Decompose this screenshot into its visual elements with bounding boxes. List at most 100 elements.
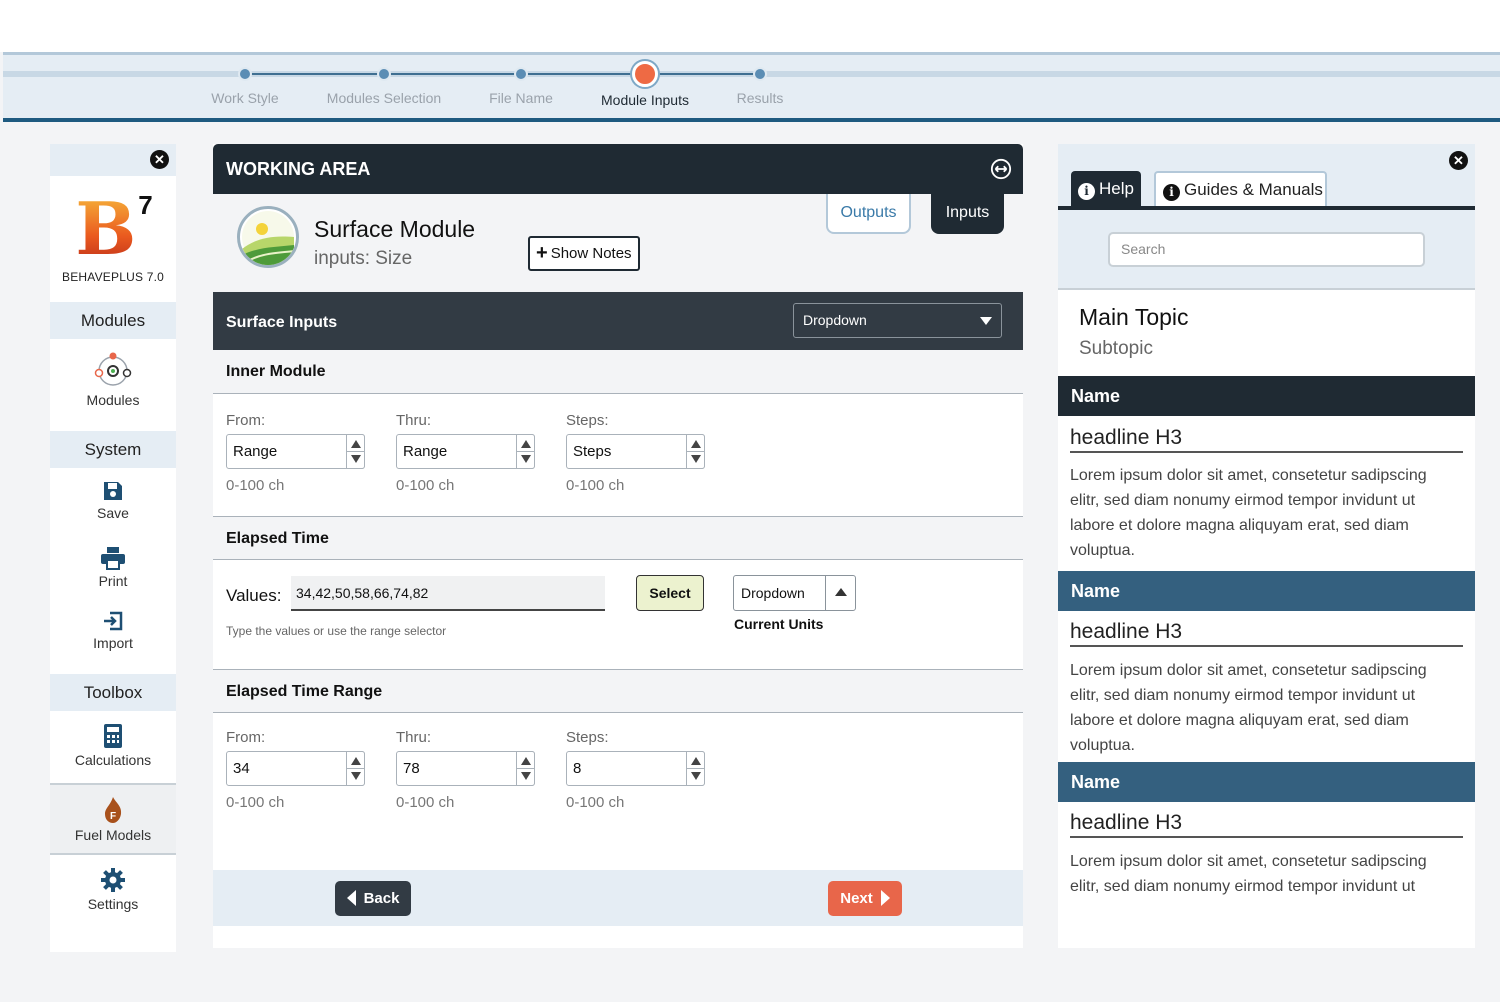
- outputs-tab[interactable]: Outputs: [826, 194, 911, 234]
- units-dropdown[interactable]: Dropdown: [733, 575, 856, 611]
- sidebar-item-settings[interactable]: Settings: [50, 855, 176, 927]
- arrow-right-icon: [880, 890, 890, 906]
- flame-icon: F: [105, 797, 122, 823]
- sidebar-top: ✕: [50, 144, 176, 176]
- sidebar-item-label: Settings: [87, 896, 139, 912]
- arrow-down-icon[interactable]: [691, 455, 701, 463]
- range-from-stepper[interactable]: 34: [226, 751, 365, 786]
- elapsed-time-fields: Values: 34,42,50,58,66,74,82 Type the va…: [213, 560, 1023, 669]
- sidebar-item-calculations[interactable]: Calculations: [50, 711, 176, 783]
- field-hint: 0-100 ch: [396, 794, 455, 811]
- close-icon[interactable]: ✕: [150, 150, 169, 169]
- main-topic-title: Main Topic: [1079, 304, 1189, 330]
- stepper-buttons[interactable]: [516, 751, 535, 786]
- arrow-left-icon: [346, 890, 356, 906]
- range-steps-stepper[interactable]: 8: [566, 751, 705, 786]
- stepper-buttons[interactable]: [686, 751, 705, 786]
- arrow-down-icon[interactable]: [691, 772, 701, 780]
- inner-thru-stepper[interactable]: Range: [396, 434, 535, 469]
- surface-inputs-dropdown[interactable]: Dropdown: [793, 303, 1002, 338]
- stepper-buttons[interactable]: [346, 751, 365, 786]
- logo-version-mark: 7: [138, 190, 153, 220]
- info-icon: i: [1078, 183, 1095, 200]
- help-section-headline: headline H3: [1070, 426, 1463, 453]
- print-icon: [101, 547, 125, 570]
- next-button[interactable]: Next: [828, 881, 902, 916]
- arrow-down-icon[interactable]: [351, 455, 361, 463]
- plus-icon: +: [536, 242, 548, 264]
- tab-guides-manuals[interactable]: i Guides & Manuals: [1154, 171, 1327, 206]
- stepper-buttons[interactable]: [686, 434, 705, 469]
- stepper-value: Range: [403, 443, 448, 460]
- sidebar-item-label: Import: [93, 635, 133, 651]
- arrow-up-icon[interactable]: [691, 757, 701, 765]
- sidebar-item-save[interactable]: Save: [50, 468, 176, 536]
- field-hint: 0-100 ch: [566, 477, 625, 494]
- sidebar-item-fuel-models[interactable]: F Fuel Models: [50, 783, 176, 855]
- step-label: Modules Selection: [326, 90, 442, 106]
- back-button[interactable]: Back: [335, 881, 411, 916]
- elapsed-range-fields: From: 34 0-100 ch Thru: 78 0-100 ch Step…: [213, 713, 1023, 823]
- sidebar-item-print[interactable]: Print: [50, 536, 176, 602]
- module-title: Surface Module: [314, 216, 476, 242]
- step-work-style[interactable]: Work Style: [165, 65, 325, 106]
- expand-horizontal-icon[interactable]: [990, 158, 1012, 180]
- elapsed-time-header: Elapsed Time: [213, 516, 1023, 560]
- arrow-up-icon[interactable]: [691, 440, 701, 448]
- sidebar-item-label: Calculations: [74, 752, 152, 768]
- range-thru-field: Thru: 78 0-100 ch: [396, 729, 535, 811]
- calculator-icon: [104, 724, 122, 748]
- tab-guides-label: Guides & Manuals: [1184, 180, 1323, 199]
- select-button[interactable]: Select: [636, 575, 704, 611]
- tab-help[interactable]: i Help: [1071, 171, 1141, 208]
- arrow-up-icon[interactable]: [351, 440, 361, 448]
- inner-from-field: From: Range 0-100 ch: [226, 412, 365, 494]
- range-from-field: From: 34 0-100 ch: [226, 729, 365, 811]
- close-icon[interactable]: ✕: [1449, 151, 1468, 170]
- arrow-down-icon[interactable]: [521, 455, 531, 463]
- next-label: Next: [840, 890, 873, 907]
- range-thru-stepper[interactable]: 78: [396, 751, 535, 786]
- stepper-buttons[interactable]: [516, 434, 535, 469]
- working-area-title: WORKING AREA: [226, 159, 371, 179]
- module-subtitle: inputs: Size: [314, 248, 413, 269]
- stepper-buttons[interactable]: [346, 434, 365, 469]
- sidebar-item-label: Print: [98, 573, 128, 589]
- help-section-text: Lorem ipsum dolor sit amet, consetetur s…: [1070, 467, 1427, 559]
- subtopic-title: Subtopic: [1079, 338, 1153, 359]
- inputs-tab[interactable]: Inputs: [931, 194, 1004, 234]
- sidebar-item-label: Save: [97, 505, 129, 521]
- sidebar-header-system: System: [50, 431, 176, 468]
- stepper-value: 8: [573, 760, 582, 777]
- sidebar-item-modules[interactable]: Modules: [50, 339, 176, 431]
- arrow-up-icon[interactable]: [351, 757, 361, 765]
- arrow-up-icon[interactable]: [521, 757, 531, 765]
- inner-from-stepper[interactable]: Range: [226, 434, 365, 469]
- values-label: Values:: [226, 586, 282, 605]
- step-label: Results: [736, 90, 784, 106]
- step-results[interactable]: Results: [680, 65, 840, 106]
- show-notes-button[interactable]: + Show Notes: [528, 236, 640, 271]
- help-section-headline: headline H3: [1070, 811, 1463, 838]
- surface-inputs-title: Surface Inputs: [226, 314, 338, 331]
- arrow-down-icon[interactable]: [351, 772, 361, 780]
- sidebar-item-import[interactable]: Import: [50, 602, 176, 674]
- logo-letter: B: [75, 186, 137, 271]
- inner-steps-stepper[interactable]: Steps: [566, 434, 705, 469]
- arrow-up-icon[interactable]: [521, 440, 531, 448]
- step-modules-selection[interactable]: Modules Selection: [304, 65, 464, 106]
- step-dot-active: [632, 61, 658, 87]
- left-sidebar: ✕ B7 BEHAVEPLUS 7.0 Modules Modules Syst…: [50, 144, 176, 952]
- arrow-down-icon[interactable]: [521, 772, 531, 780]
- modules-icon: [94, 352, 132, 386]
- logo-brand-name: BEHAVEPLUS 7.0: [62, 270, 164, 284]
- values-hint: Type the values or use the range selecto…: [226, 624, 447, 638]
- help-section-name: Name: [1058, 571, 1475, 611]
- field-label: Thru:: [396, 729, 432, 746]
- landscape-sun-icon: [242, 211, 295, 265]
- help-search-input[interactable]: Search: [1108, 232, 1425, 267]
- values-input[interactable]: 34,42,50,58,66,74,82: [291, 576, 605, 611]
- surface-inputs-header: Surface Inputs Dropdown: [213, 292, 1023, 350]
- current-units-label: Current Units: [734, 616, 824, 632]
- sidebar-header-modules: Modules: [50, 302, 176, 339]
